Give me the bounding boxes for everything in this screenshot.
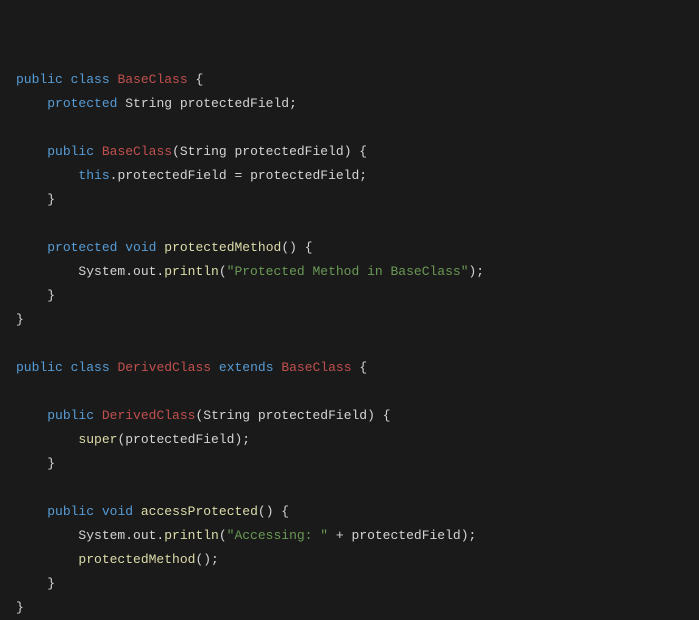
code-token: { bbox=[188, 72, 204, 87]
code-token bbox=[16, 552, 78, 567]
code-token: this bbox=[78, 168, 109, 183]
code-token: protectedMethod bbox=[164, 240, 281, 255]
code-token: void bbox=[102, 504, 133, 519]
code-token bbox=[211, 360, 219, 375]
code-token bbox=[16, 240, 47, 255]
code-token: { bbox=[352, 360, 368, 375]
code-token: class bbox=[71, 72, 110, 87]
code-token: println bbox=[164, 264, 219, 279]
code-token bbox=[94, 504, 102, 519]
code-token: DerivedClass bbox=[102, 408, 196, 423]
code-token: BaseClass bbox=[102, 144, 172, 159]
code-token bbox=[133, 504, 141, 519]
code-token: (); bbox=[195, 552, 218, 567]
code-token: } bbox=[16, 600, 24, 615]
code-token: BaseClass bbox=[117, 72, 187, 87]
code-token: ); bbox=[469, 264, 485, 279]
code-token: println bbox=[164, 528, 219, 543]
code-token: class bbox=[71, 360, 110, 375]
code-block: public class BaseClass { protected Strin… bbox=[16, 72, 484, 615]
code-token: String protectedField; bbox=[117, 96, 296, 111]
code-token: protected bbox=[47, 240, 117, 255]
code-token bbox=[63, 360, 71, 375]
code-token bbox=[16, 432, 78, 447]
code-token bbox=[94, 408, 102, 423]
code-token: } bbox=[16, 576, 55, 591]
code-token bbox=[16, 144, 47, 159]
code-token bbox=[16, 96, 47, 111]
code-token bbox=[16, 504, 47, 519]
code-token: public bbox=[16, 72, 63, 87]
code-token: DerivedClass bbox=[117, 360, 211, 375]
code-token: protected bbox=[47, 96, 117, 111]
code-token: "Accessing: " bbox=[227, 528, 328, 543]
code-token: (protectedField); bbox=[117, 432, 250, 447]
code-token bbox=[16, 408, 47, 423]
code-token: super bbox=[78, 432, 117, 447]
code-token: () { bbox=[258, 504, 289, 519]
code-token: public bbox=[47, 144, 94, 159]
code-token: public bbox=[47, 504, 94, 519]
code-token: } bbox=[16, 456, 55, 471]
code-token: .protectedField = protectedField; bbox=[110, 168, 367, 183]
code-token: "Protected Method in BaseClass" bbox=[227, 264, 469, 279]
code-token: } bbox=[16, 288, 55, 303]
code-token: extends bbox=[219, 360, 274, 375]
code-token: (String protectedField) { bbox=[172, 144, 367, 159]
code-token: public bbox=[16, 360, 63, 375]
code-token: BaseClass bbox=[281, 360, 351, 375]
code-token: System.out. bbox=[16, 528, 164, 543]
code-token: protectedMethod bbox=[78, 552, 195, 567]
code-token bbox=[63, 72, 71, 87]
code-token: ( bbox=[219, 528, 227, 543]
code-token: } bbox=[16, 312, 24, 327]
code-token: System.out. bbox=[16, 264, 164, 279]
code-token: () { bbox=[281, 240, 312, 255]
code-token: ( bbox=[219, 264, 227, 279]
code-token: (String protectedField) { bbox=[195, 408, 390, 423]
code-token bbox=[94, 144, 102, 159]
code-token bbox=[16, 168, 78, 183]
code-token: accessProtected bbox=[141, 504, 258, 519]
code-token: + protectedField); bbox=[328, 528, 476, 543]
code-token: public bbox=[47, 408, 94, 423]
code-token: } bbox=[16, 192, 55, 207]
code-token: void bbox=[125, 240, 156, 255]
